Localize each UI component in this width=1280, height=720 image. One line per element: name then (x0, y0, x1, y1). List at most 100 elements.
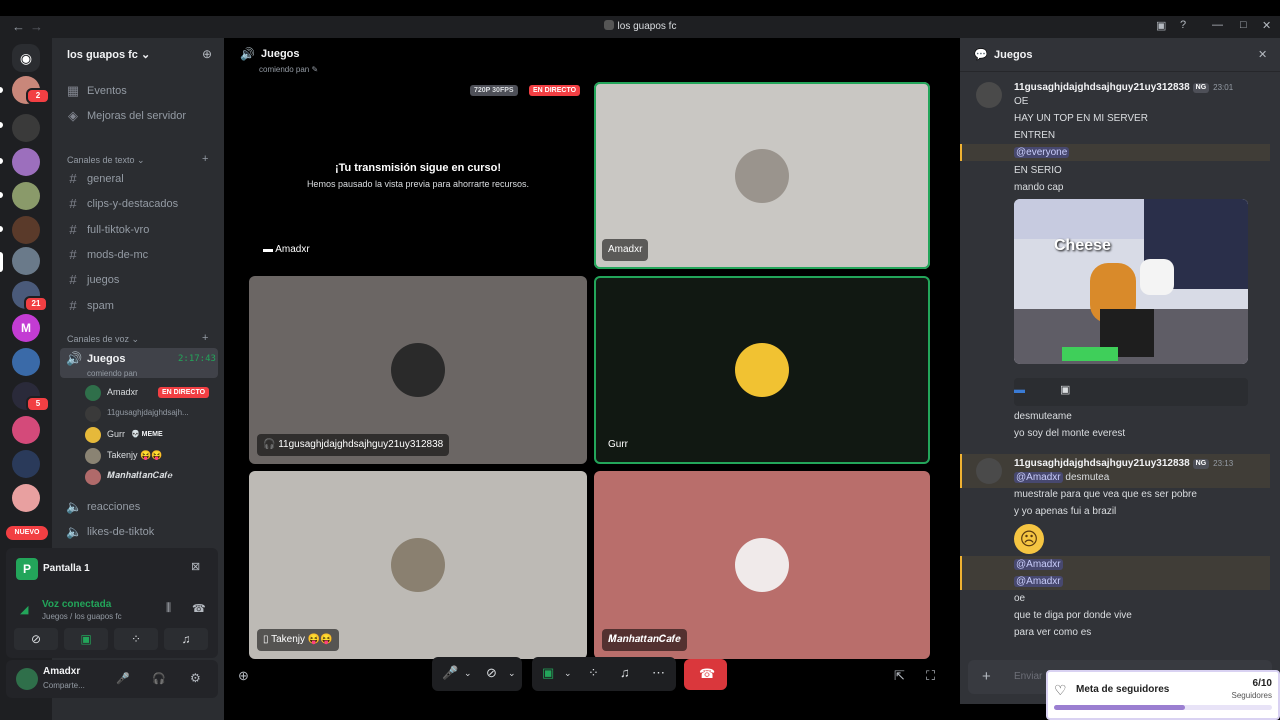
close-window-icon[interactable]: ✕ (1262, 19, 1271, 32)
clan-tag: NG (1192, 83, 1210, 93)
channel-general[interactable]: # general (60, 168, 218, 190)
avatar[interactable] (16, 668, 38, 690)
maximize-icon[interactable]: □ (1240, 19, 1247, 31)
inbox-icon[interactable]: ▣ (1156, 19, 1166, 32)
sidebar-item-boosts[interactable]: ◈ Mejoras del servidor (60, 105, 218, 127)
discord-home-icon[interactable]: ◉ (12, 44, 40, 72)
participant-tile[interactable]: Gurr (594, 276, 930, 464)
add-channel-icon[interactable]: + (202, 332, 208, 344)
chevron-down-icon[interactable]: ⌄ (508, 668, 516, 679)
pop-out-icon[interactable]: ⇱ (894, 668, 905, 684)
disconnect-button[interactable]: ☎ (684, 659, 727, 690)
audio-video-controls: 🎤 ⌄ ⊘ ⌄ (432, 657, 522, 691)
server-header[interactable]: los guapos fc ⌄ ⊕ (52, 38, 224, 70)
message-author[interactable]: 11gusaghjdajghdsajhguy21uy312838 NG 23:13 (1014, 458, 1233, 469)
participant-tile[interactable]: ▯ Takenjy 😝😝 (249, 471, 587, 659)
stage-subtitle: comiendo pan ✎ (259, 65, 319, 74)
clan-tag: NG (1192, 459, 1210, 469)
soundboard-icon[interactable]: ♫ (620, 665, 630, 680)
speaker-icon: 🔈 (66, 499, 83, 514)
avatar[interactable] (976, 82, 1002, 108)
camera-off-icon[interactable]: ⊘ (486, 665, 497, 681)
activities-icon[interactable]: ⁘ (588, 665, 599, 681)
add-attachment-icon[interactable]: + (982, 668, 991, 685)
voice-status[interactable]: Voz conectada (42, 599, 111, 610)
headphones-icon[interactable]: 🎧 (152, 672, 166, 685)
message-line: muestrale para que vea que es ser pobre (1014, 489, 1197, 500)
add-user-icon[interactable]: ⊕ (238, 668, 249, 684)
screen-share-icon: P (16, 558, 38, 580)
hash-icon: # (69, 272, 77, 287)
mention[interactable]: @Amadxr (1014, 472, 1063, 483)
more-icon[interactable]: ⋯ (652, 665, 665, 681)
mention[interactable]: @everyone (1014, 147, 1070, 158)
server-icon[interactable] (12, 416, 40, 444)
mention[interactable]: @Amadxr (1014, 559, 1063, 570)
screen-share-icon[interactable]: ▣ (542, 665, 554, 681)
channel-mods[interactable]: # mods-de-mc (60, 244, 218, 266)
message-line: @Amadxr (1014, 576, 1063, 587)
tile-name-tag: Gurr (608, 439, 628, 450)
voice-user[interactable]: Takenjy 😝😝 (85, 446, 225, 466)
minimize-icon[interactable]: — (1212, 19, 1223, 31)
invite-icon[interactable]: ⊕ (202, 47, 212, 61)
channel-juegos[interactable]: # juegos (60, 269, 218, 291)
image-attachment[interactable]: Cheese (1014, 199, 1248, 364)
voice-status: comiendo pan (87, 369, 138, 378)
voice-channels-category[interactable]: Canales de voz ⌄ (67, 334, 139, 345)
voice-user[interactable]: 11gusaghjdajghdsajh... (85, 404, 225, 424)
voice-user[interactable]: Amadxr EN DIRECTO (85, 383, 225, 403)
mention[interactable]: @Amadxr (1014, 576, 1063, 587)
pencil-icon[interactable]: ✎ (312, 65, 319, 74)
microphone-icon[interactable]: 🎤 (442, 665, 458, 681)
fullscreen-icon[interactable]: ⛶ (926, 668, 935, 684)
text-channels-category[interactable]: Canales de texto ⌄ (67, 155, 145, 166)
stream-tile[interactable]: 720P 30FPS EN DIRECTO ¡Tu transmisión si… (249, 82, 587, 269)
gear-icon[interactable]: ⚙ (190, 671, 201, 685)
voice-channel-likes[interactable]: 🔈 likes-de-tiktok (60, 521, 218, 543)
avatar[interactable] (976, 458, 1002, 484)
server-icon[interactable] (12, 348, 40, 376)
camera-button[interactable]: ⊘ (14, 628, 58, 650)
server-icon[interactable] (12, 182, 40, 210)
chevron-down-icon[interactable]: ⌄ (564, 668, 572, 679)
close-icon[interactable]: ✕ (1258, 48, 1267, 61)
message-author[interactable]: 11gusaghjdajghdsajhguy21uy312838 NG 23:01 (1014, 82, 1233, 93)
avatar (85, 469, 101, 485)
channel-full-tiktok[interactable]: # full-tiktok-vro (60, 219, 218, 241)
server-icon[interactable] (12, 114, 40, 142)
screen-share-button[interactable]: ▣ (64, 628, 108, 650)
participant-tile[interactable]: Amadxr (594, 82, 930, 269)
add-channel-icon[interactable]: + (202, 153, 208, 165)
server-icon[interactable] (12, 216, 40, 244)
stop-share-icon[interactable]: ⊠ (191, 560, 200, 573)
help-icon[interactable]: ? (1180, 19, 1186, 31)
microphone-icon[interactable]: 🎤 (116, 672, 130, 685)
voice-user[interactable]: 𝑴𝒂𝒏𝒉𝒂𝒕𝒕𝒂𝒏𝑪𝒂𝒇𝒆 (85, 467, 225, 487)
message-line: HAY UN TOP EN MI SERVER (1014, 113, 1148, 124)
server-icon[interactable] (12, 484, 40, 512)
avatar (85, 406, 101, 422)
voice-location: Juegos / los guapos fc (42, 612, 122, 621)
user-status: Comparte... (43, 681, 85, 690)
disconnect-icon[interactable]: ☎ (192, 602, 206, 615)
channel-clips[interactable]: # clips-y-destacados (60, 193, 218, 215)
chevron-down-icon[interactable]: ⌄ (464, 668, 472, 679)
participant-tile[interactable]: 𝑴𝒂𝒏𝒉𝒂𝒕𝒕𝒂𝒏𝑪𝒂𝒇𝒆 (594, 471, 930, 659)
sidebar-item-events[interactable]: ▦ Eventos (60, 80, 218, 102)
server-icon[interactable] (12, 450, 40, 478)
participant-tile[interactable]: 🎧 11gusaghjdajghdsajhguy21uy312838 (249, 276, 587, 464)
server-icon[interactable]: M (12, 314, 40, 342)
window-title: los guapos fc (0, 20, 1280, 32)
channel-spam[interactable]: # spam (60, 295, 218, 317)
noise-suppression-icon[interactable]: ⫼ (166, 602, 171, 615)
voice-channel-reacciones[interactable]: 🔈 reacciones (60, 496, 218, 518)
server-icon[interactable] (12, 247, 40, 275)
screen-icon: ▣ (1060, 384, 1071, 396)
soundboard-button[interactable]: ♫ (164, 628, 208, 650)
activities-button[interactable]: ⁘ (114, 628, 158, 650)
message-line: @Amadxr desmutea (1014, 472, 1110, 483)
avatar (85, 385, 101, 401)
server-icon[interactable] (12, 148, 40, 176)
voice-user[interactable]: Gurr 💀 MEME (85, 425, 225, 445)
